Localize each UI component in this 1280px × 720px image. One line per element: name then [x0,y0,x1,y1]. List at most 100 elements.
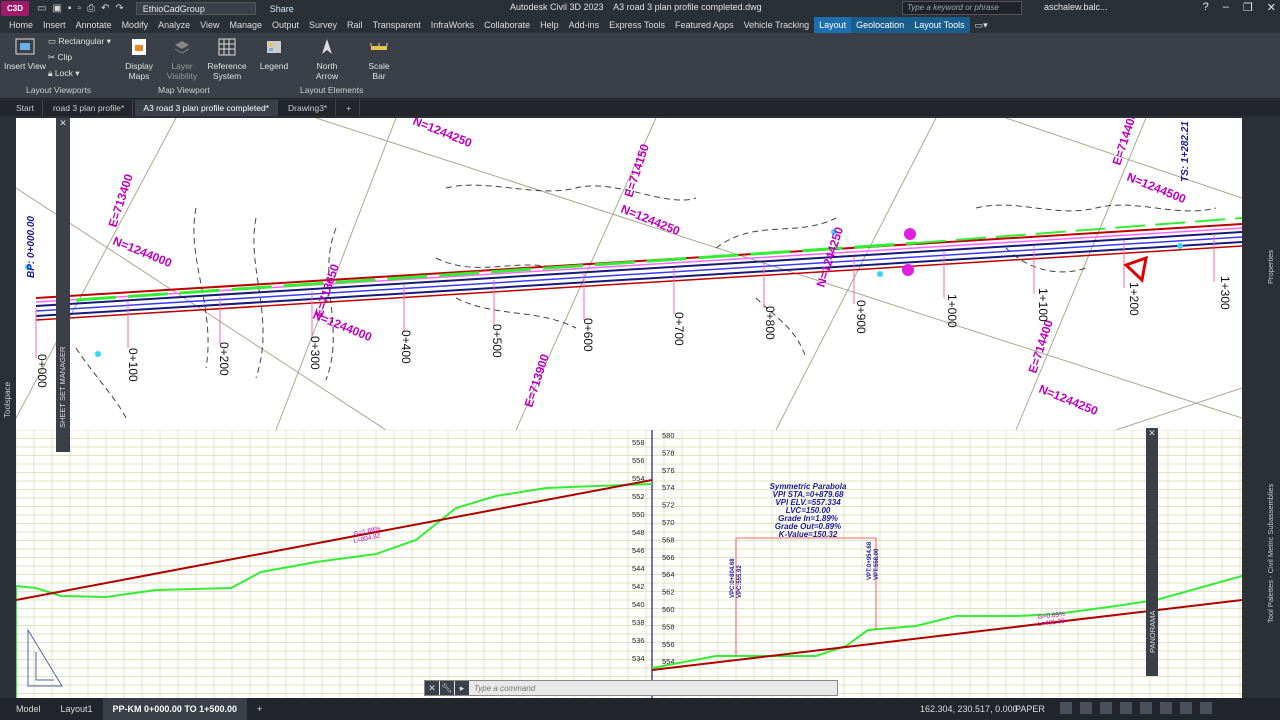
ribbon-tabs: Home Insert Annotate Modify Analyze View… [0,17,1280,33]
file-tab-road3[interactable]: road 3 plan profile* [45,100,134,116]
paper-space-toggle[interactable]: PAPER [1015,704,1045,714]
properties-panel-label[interactable]: Properties [1266,250,1275,284]
search-input[interactable]: Type a keyword or phrase [902,1,1022,15]
tab-collaborate[interactable]: Collaborate [479,17,535,33]
tab-pp-layout[interactable]: PP-KM 0+000.00 TO 1+500.00 [102,698,247,720]
tab-help[interactable]: Help [535,17,564,33]
display-maps-button[interactable]: Display Maps [124,37,154,81]
legend-button[interactable]: Legend [258,37,290,71]
north-arrow-button[interactable]: North Arrow [310,37,344,81]
plan-view[interactable]: E=713400 N=1244000 N=1244250 E=713650 N=… [16,118,1242,430]
lock-button[interactable]: 🔒︎ Lock ▾ [48,68,80,79]
tool-palettes-label[interactable]: Tool Palettes - Civil Metric Subassembli… [1266,484,1275,623]
grid-label: E=713900 [522,352,552,409]
customize-menu-icon[interactable] [1200,702,1212,714]
tab-modify[interactable]: Modify [117,17,154,33]
tab-add-ins[interactable]: Add-ins [564,17,605,33]
undo-icon[interactable]: ↶ [101,3,109,14]
restore-icon[interactable]: ❐ [1243,1,1253,14]
tab-geolocation[interactable]: Geolocation [851,17,910,33]
workspace-dropdown[interactable]: EthioCadGroup [135,2,256,15]
tab-infraworks[interactable]: InfraWorks [426,17,479,33]
share-button[interactable]: Share [270,4,294,14]
ortho-icon[interactable] [1100,702,1112,714]
spiral-point-label: TS: 1+282.21 [1180,121,1191,182]
tab-annotate[interactable]: Annotate [71,17,117,33]
scale-bar-button[interactable]: Scale Bar [364,37,394,81]
panel-layout-elements[interactable]: Layout Elements [300,85,363,95]
help-icon[interactable]: ? [1203,1,1209,14]
tab-view[interactable]: View [195,17,224,33]
open-file-icon[interactable]: ▣ [52,3,61,14]
ribbon-options-icon[interactable]: ▭▾ [970,17,993,33]
snap-icon[interactable] [1060,702,1072,714]
tab-express-tools[interactable]: Express Tools [604,17,670,33]
polar-icon[interactable] [1120,702,1132,714]
save-as-icon[interactable]: ▫ [77,3,81,14]
tab-vehicle-tracking[interactable]: Vehicle Tracking [739,17,815,33]
add-layout-plus-icon[interactable]: + [247,698,272,720]
user-account[interactable]: aschalew.balc... [1044,2,1108,12]
file-tab-start[interactable]: Start [8,100,43,116]
station-label: 1+300 [1218,276,1232,310]
tab-analyze[interactable]: Analyze [153,17,195,33]
save-icon[interactable]: ▪ [68,3,72,14]
tab-insert[interactable]: Insert [38,17,71,33]
tab-layout-tools[interactable]: Layout Tools [909,17,970,33]
axis-tick-label: 542 [632,582,645,591]
tab-layout[interactable]: Layout [814,17,852,33]
sheet-set-manager-panel[interactable]: ✕ SHEET SET MANAGER [56,118,70,452]
customize-wrench-icon[interactable]: 🔧︎ [440,681,454,695]
new-file-icon[interactable]: ▭ [37,3,46,14]
osnap-icon[interactable] [1140,702,1152,714]
annotation-scale-icon[interactable] [1160,702,1172,714]
clip-button[interactable]: ✂ Clip [48,52,72,63]
panel-map-viewport[interactable]: Map Viewport [158,85,210,95]
workspace-gear-icon[interactable] [1180,702,1192,714]
tab-layout1[interactable]: Layout1 [51,698,103,720]
drawing-canvas[interactable]: E=713400 N=1244000 N=1244250 E=713650 N=… [16,118,1242,698]
north-arrow-icon [322,39,332,54]
new-tab-plus-icon[interactable]: + [338,100,361,116]
close-icon[interactable]: ✕ [1146,428,1158,439]
minimize-icon[interactable]: – [1223,1,1229,14]
profile-view[interactable]: 558556554552550548546544542540538536534 … [16,430,1242,698]
insert-view-button[interactable]: Insert View [4,37,46,71]
layers-icon [174,41,190,54]
recent-commands-icon[interactable]: ▸ [455,681,469,695]
grid-label: E=714400 [1026,318,1056,375]
tab-model[interactable]: Model [6,698,51,720]
tab-manage[interactable]: Manage [224,17,267,33]
panorama-panel[interactable]: ✕ PANORAMA [1146,428,1158,676]
grid-toggle-icon[interactable] [1080,702,1092,714]
lock-icon: 🔒︎ [48,68,55,78]
file-tab-a3-road3[interactable]: A3 road 3 plan profile completed* [135,100,279,116]
redo-icon[interactable]: ↷ [115,3,123,14]
tab-survey[interactable]: Survey [304,17,342,33]
axis-tick-label: 556 [662,640,675,649]
panel-layout-viewports[interactable]: Layout Viewports [26,85,91,95]
rectangle-icon: ▭ [48,36,59,46]
axis-tick-label: 560 [662,605,675,614]
layer-visibility-button[interactable]: Layer Visibility [164,37,200,81]
coordinate-readout: 162.304, 230.517, 0.000 [920,704,1018,714]
app-logo-icon[interactable]: C3D [1,1,29,16]
reference-system-button[interactable]: Reference System [206,37,248,81]
print-icon[interactable]: ⎙ [87,3,95,14]
close-icon[interactable]: ✕ [1267,1,1276,14]
tab-transparent[interactable]: Transparent [368,17,426,33]
map-icon [132,39,146,55]
close-icon[interactable]: ✕ [56,118,70,129]
file-tab-drawing3[interactable]: Drawing3* [280,100,337,116]
tab-output[interactable]: Output [267,17,304,33]
axis-tick-label: 556 [632,456,645,465]
rectangular-button[interactable]: ▭ Rectangular ▾ [48,36,111,47]
tab-featured-apps[interactable]: Featured Apps [670,17,739,33]
tab-rail[interactable]: Rail [342,17,368,33]
command-input[interactable] [470,683,810,693]
app-name: Autodesk Civil 3D 2023 [510,2,604,12]
toolspace-panel[interactable]: Toolspace [0,118,16,698]
close-icon[interactable]: ✕ [425,681,439,695]
benchmark-icon [904,228,916,240]
tab-home[interactable]: Home [4,17,38,33]
